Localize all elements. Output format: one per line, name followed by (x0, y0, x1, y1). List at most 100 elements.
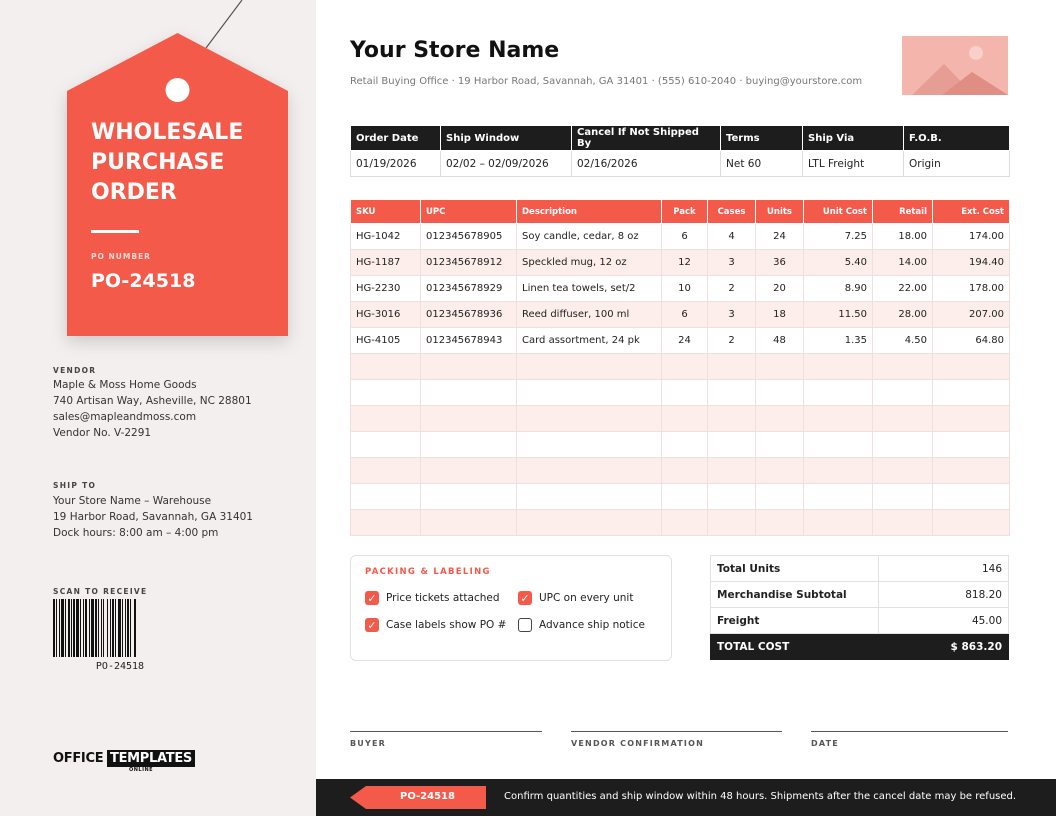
cell-ext-cost[interactable] (932, 457, 1010, 484)
cell-description[interactable] (516, 405, 662, 432)
cell-retail[interactable] (872, 379, 933, 406)
cell-cases[interactable]: 2 (707, 275, 756, 302)
cell-unit-cost[interactable]: 7.25 (803, 223, 873, 250)
checkbox-icon[interactable]: ✓ (518, 591, 532, 605)
cell-retail[interactable] (872, 509, 933, 536)
cell-units[interactable]: 18 (755, 301, 804, 328)
cell-retail[interactable]: 22.00 (872, 275, 933, 302)
cell-sku[interactable] (350, 457, 421, 484)
cell-sku[interactable]: HG-3016 (350, 301, 421, 328)
cell-retail[interactable]: 14.00 (872, 249, 933, 276)
cell-ext-cost[interactable] (932, 431, 1010, 458)
cell-sku[interactable] (350, 509, 421, 536)
cell-units[interactable] (755, 353, 804, 380)
cell-pack[interactable]: 10 (661, 275, 708, 302)
cell-pack[interactable] (661, 483, 708, 510)
cell-description[interactable] (516, 431, 662, 458)
cell-description[interactable] (516, 457, 662, 484)
cell-units[interactable]: 36 (755, 249, 804, 276)
cell-units[interactable] (755, 431, 804, 458)
cell-pack[interactable]: 24 (661, 327, 708, 354)
cell-retail[interactable] (872, 457, 933, 484)
cell-description[interactable] (516, 379, 662, 406)
checkbox-icon[interactable]: ✓ (365, 618, 379, 632)
cell-pack[interactable] (661, 509, 708, 536)
cell-pack[interactable]: 6 (661, 223, 708, 250)
cell-pack[interactable] (661, 457, 708, 484)
checkbox-icon[interactable] (518, 618, 532, 632)
cell-cases[interactable]: 3 (707, 301, 756, 328)
cell-unit-cost[interactable] (803, 405, 873, 432)
case-labels-checkbox[interactable]: ✓ Case labels show PO # (365, 618, 506, 632)
cell-sku[interactable]: HG-4105 (350, 327, 421, 354)
cell-cases[interactable] (707, 405, 756, 432)
cell-pack[interactable] (661, 405, 708, 432)
buyer-signature-line[interactable] (350, 731, 542, 732)
cell-unit-cost[interactable] (803, 509, 873, 536)
cell-description[interactable]: Speckled mug, 12 oz (516, 249, 662, 276)
cell-unit-cost[interactable]: 8.90 (803, 275, 873, 302)
cell-unit-cost[interactable] (803, 353, 873, 380)
cell-retail[interactable]: 28.00 (872, 301, 933, 328)
cell-ext-cost[interactable] (932, 405, 1010, 432)
cell-unit-cost[interactable]: 1.35 (803, 327, 873, 354)
cell-unit-cost[interactable] (803, 483, 873, 510)
cell-sku[interactable]: HG-1042 (350, 223, 421, 250)
cell-cases[interactable] (707, 509, 756, 536)
cell-description[interactable] (516, 353, 662, 380)
cell-sku[interactable]: HG-2230 (350, 275, 421, 302)
cell-ext-cost[interactable]: 64.80 (932, 327, 1010, 354)
cell-cases[interactable] (707, 457, 756, 484)
cell-pack[interactable] (661, 353, 708, 380)
cell-upc[interactable] (420, 353, 517, 380)
price-tickets-checkbox[interactable]: ✓ Price tickets attached (365, 591, 500, 605)
cell-upc[interactable]: 012345678912 (420, 249, 517, 276)
cell-upc[interactable] (420, 379, 517, 406)
cell-units[interactable] (755, 457, 804, 484)
cell-description[interactable]: Linen tea towels, set/2 (516, 275, 662, 302)
cell-upc[interactable]: 012345678936 (420, 301, 517, 328)
cell-pack[interactable] (661, 431, 708, 458)
cell-unit-cost[interactable] (803, 431, 873, 458)
cell-upc[interactable]: 012345678905 (420, 223, 517, 250)
cell-ext-cost[interactable] (932, 509, 1010, 536)
cell-cases[interactable] (707, 353, 756, 380)
cell-units[interactable] (755, 379, 804, 406)
cell-upc[interactable] (420, 405, 517, 432)
vendor-email[interactable]: sales@mapleandmoss.com (53, 409, 252, 425)
advance-ship-notice-checkbox[interactable]: Advance ship notice (518, 618, 645, 632)
cell-cases[interactable]: 3 (707, 249, 756, 276)
upc-every-unit-checkbox[interactable]: ✓ UPC on every unit (518, 591, 633, 605)
cell-unit-cost[interactable]: 11.50 (803, 301, 873, 328)
cell-units[interactable]: 20 (755, 275, 804, 302)
image-placeholder-icon[interactable] (902, 36, 1008, 95)
cell-retail[interactable] (872, 483, 933, 510)
cell-ext-cost[interactable]: 178.00 (932, 275, 1010, 302)
cell-upc[interactable] (420, 457, 517, 484)
cell-upc[interactable] (420, 431, 517, 458)
vendor-signature-line[interactable] (571, 731, 782, 732)
cell-description[interactable] (516, 483, 662, 510)
cell-pack[interactable]: 6 (661, 301, 708, 328)
cell-retail[interactable] (872, 431, 933, 458)
cell-description[interactable] (516, 509, 662, 536)
cell-retail[interactable] (872, 353, 933, 380)
cell-unit-cost[interactable] (803, 457, 873, 484)
cell-sku[interactable] (350, 379, 421, 406)
cell-upc[interactable]: 012345678943 (420, 327, 517, 354)
cell-retail[interactable]: 4.50 (872, 327, 933, 354)
cell-pack[interactable] (661, 379, 708, 406)
cell-retail[interactable]: 18.00 (872, 223, 933, 250)
cell-units[interactable]: 48 (755, 327, 804, 354)
cell-description[interactable]: Reed diffuser, 100 ml (516, 301, 662, 328)
cell-units[interactable] (755, 405, 804, 432)
cell-description[interactable]: Card assortment, 24 pk (516, 327, 662, 354)
cell-sku[interactable]: HG-1187 (350, 249, 421, 276)
cell-sku[interactable] (350, 431, 421, 458)
cell-unit-cost[interactable]: 5.40 (803, 249, 873, 276)
cell-units[interactable]: 24 (755, 223, 804, 250)
cell-sku[interactable] (350, 483, 421, 510)
cell-cases[interactable] (707, 431, 756, 458)
cell-description[interactable]: Soy candle, cedar, 8 oz (516, 223, 662, 250)
cell-sku[interactable] (350, 405, 421, 432)
